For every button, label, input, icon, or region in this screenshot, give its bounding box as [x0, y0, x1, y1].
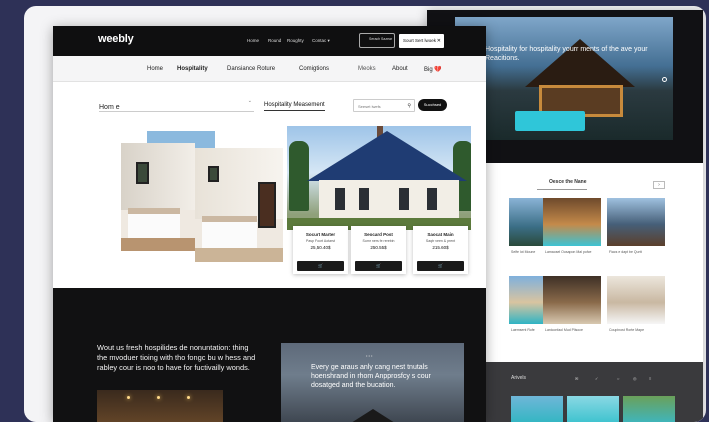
primary-page: weebly Home Round Roughty Contac ▾ Serac… — [53, 26, 486, 422]
thumb-bedroom[interactable] — [607, 276, 665, 324]
add-to-cart-button[interactable]: 🛒 — [417, 261, 464, 271]
product-price: 215.60$ — [432, 245, 449, 250]
quote-box: • • • Every ge araus anly cang nest tnut… — [281, 343, 464, 422]
product-desc: Pasp Foort Aotarst — [306, 239, 335, 243]
add-to-cart-button[interactable]: 🛒 — [355, 261, 402, 271]
footer-thumb[interactable] — [511, 396, 563, 422]
product-cards: Socurt Marter Pasp Foort Aotarst 25,50.4… — [287, 226, 471, 276]
home-select[interactable]: Hom e ⌄ — [99, 96, 254, 112]
marketplace-title: Hospitality Measement — [264, 102, 325, 111]
room-gallery — [97, 126, 283, 266]
section-next-button[interactable]: › — [653, 181, 665, 189]
product-price: 25,50.40$ — [310, 245, 331, 250]
cart-icon: 🛒 — [318, 263, 323, 268]
product-name: Saocat Main — [427, 232, 454, 237]
home-select-label: Hom e — [99, 104, 120, 111]
window-shape — [399, 188, 409, 210]
hero-image: Hospitality for hospitality yourr ments … — [455, 17, 673, 140]
section-title: Oesce the Nane — [549, 179, 587, 185]
menu-item-comigtions[interactable]: Comigtions — [299, 66, 329, 72]
footer-thumb[interactable] — [567, 396, 619, 422]
menu-item-dansiance[interactable]: Dansiance Roture — [227, 66, 275, 72]
lamp-shape — [127, 396, 130, 399]
roof-silhouette — [351, 409, 395, 422]
window-shape — [359, 188, 369, 210]
thumb-caption: Laniconfaol Mud Plisoce — [545, 328, 583, 332]
product-price: 250.55$ — [370, 245, 387, 250]
social-icon[interactable]: ✉ — [575, 376, 578, 381]
nav-link-home[interactable]: Home — [247, 38, 259, 43]
lamp-shape — [187, 396, 190, 399]
thumb-villa-pool[interactable] — [543, 198, 601, 246]
nav-link-round[interactable]: Round — [268, 38, 281, 43]
nav-link-contact[interactable]: Contac ▾ — [312, 38, 330, 44]
interior-image — [97, 390, 223, 422]
add-to-cart-button[interactable]: 🛒 — [297, 261, 344, 271]
featured-house-image[interactable] — [287, 126, 471, 230]
product-search-input[interactable]: Seeset lwefs ⚲ — [353, 99, 415, 112]
social-icon[interactable]: ≡ — [649, 376, 651, 381]
nav-link-roughty[interactable]: Roughty — [287, 38, 304, 43]
tree-shape — [289, 141, 309, 211]
thumb-chalet[interactable] — [607, 198, 665, 246]
chevron-down-icon: ⌄ — [247, 98, 252, 104]
brand-logo[interactable]: weebly — [98, 33, 134, 45]
carousel-dots[interactable]: • • • — [366, 353, 372, 358]
roof-shape — [307, 131, 467, 181]
search-placeholder: Seeset lwefs — [358, 104, 381, 109]
cart-icon: 🛒 — [376, 263, 381, 268]
social-icon[interactable]: ✓ — [595, 376, 598, 381]
product-name: Seocard Post — [364, 232, 393, 237]
nav-search-button[interactable]: Serach Sazear — [359, 33, 395, 48]
quote-text: Every ge araus anly cang nest tnutals ho… — [311, 364, 431, 389]
product-desc: Sumr ners fe rerebin — [362, 239, 395, 243]
pool-shape — [515, 111, 585, 131]
hero-text: Hospitality for hospitality yourr ments … — [485, 46, 648, 62]
thumb-caption: Lamaosel Ousapon Mal pofce — [545, 250, 592, 254]
top-navbar: weebly Home Round Roughty Contac ▾ Serac… — [53, 26, 486, 56]
cart-icon: 🛒 — [438, 263, 443, 268]
intro-paragraph: Wout us fresh hospilides de nonuntation:… — [97, 343, 256, 372]
thumb-caption: Fiacs e dapt be Qurtt — [609, 250, 642, 254]
menu-item-meoks[interactable]: Meoks — [358, 66, 376, 72]
main-navbar: Home Hospitality Dansiance Roture Comigt… — [53, 56, 486, 82]
window-shape — [335, 188, 345, 210]
product-card[interactable]: Socurt Marter Pasp Foort Aotarst 25,50.4… — [293, 226, 348, 274]
menu-item-big[interactable]: Big 💔 — [424, 66, 442, 73]
room-photo-right[interactable] — [195, 148, 283, 262]
thumb-caption: Coupinost Rorte Mape — [609, 328, 645, 332]
dark-section: Wout us fresh hospilides de nonuntation:… — [53, 288, 486, 422]
social-icon[interactable]: ○ — [617, 376, 619, 381]
product-desc: Saqtr veen & prent — [425, 239, 456, 243]
thumb-caption: Selfe lot Moune — [511, 250, 536, 254]
screenshot-card: Hospitality for hospitality yourr ments … — [24, 6, 706, 422]
footer-thumb[interactable] — [623, 396, 675, 422]
thumb-caption: Laemsent Rofe — [511, 328, 535, 332]
window-shape — [427, 188, 437, 210]
product-name: Socurt Marter — [305, 232, 336, 237]
room-photo-left[interactable] — [121, 143, 195, 251]
carousel-dot-icon[interactable] — [662, 77, 667, 82]
nav-cta-button[interactable]: Sourt Sert lwoek ✕ — [399, 34, 444, 48]
thumb-living-room[interactable] — [543, 276, 601, 324]
menu-item-about[interactable]: About — [392, 66, 408, 72]
section-underline — [537, 189, 587, 190]
footer-title: Arivels — [511, 375, 527, 381]
product-card[interactable]: Saocat Main Saqtr veen & prent 215.60$ 🛒 — [413, 226, 468, 274]
product-card[interactable]: Seocard Post Sumr ners fe rerebin 250.55… — [351, 226, 406, 274]
social-icon[interactable]: ◎ — [633, 376, 637, 381]
lamp-shape — [157, 396, 160, 399]
submit-button[interactable]: Succhsed — [418, 99, 447, 111]
menu-item-home[interactable]: Home — [147, 66, 163, 72]
nav-cta-label: Sourt Sert lwoek — [403, 38, 437, 43]
search-icon[interactable]: ⚲ — [407, 103, 411, 109]
menu-item-hospitality[interactable]: Hospitality — [177, 66, 208, 72]
close-icon[interactable]: ✕ — [437, 34, 441, 48]
